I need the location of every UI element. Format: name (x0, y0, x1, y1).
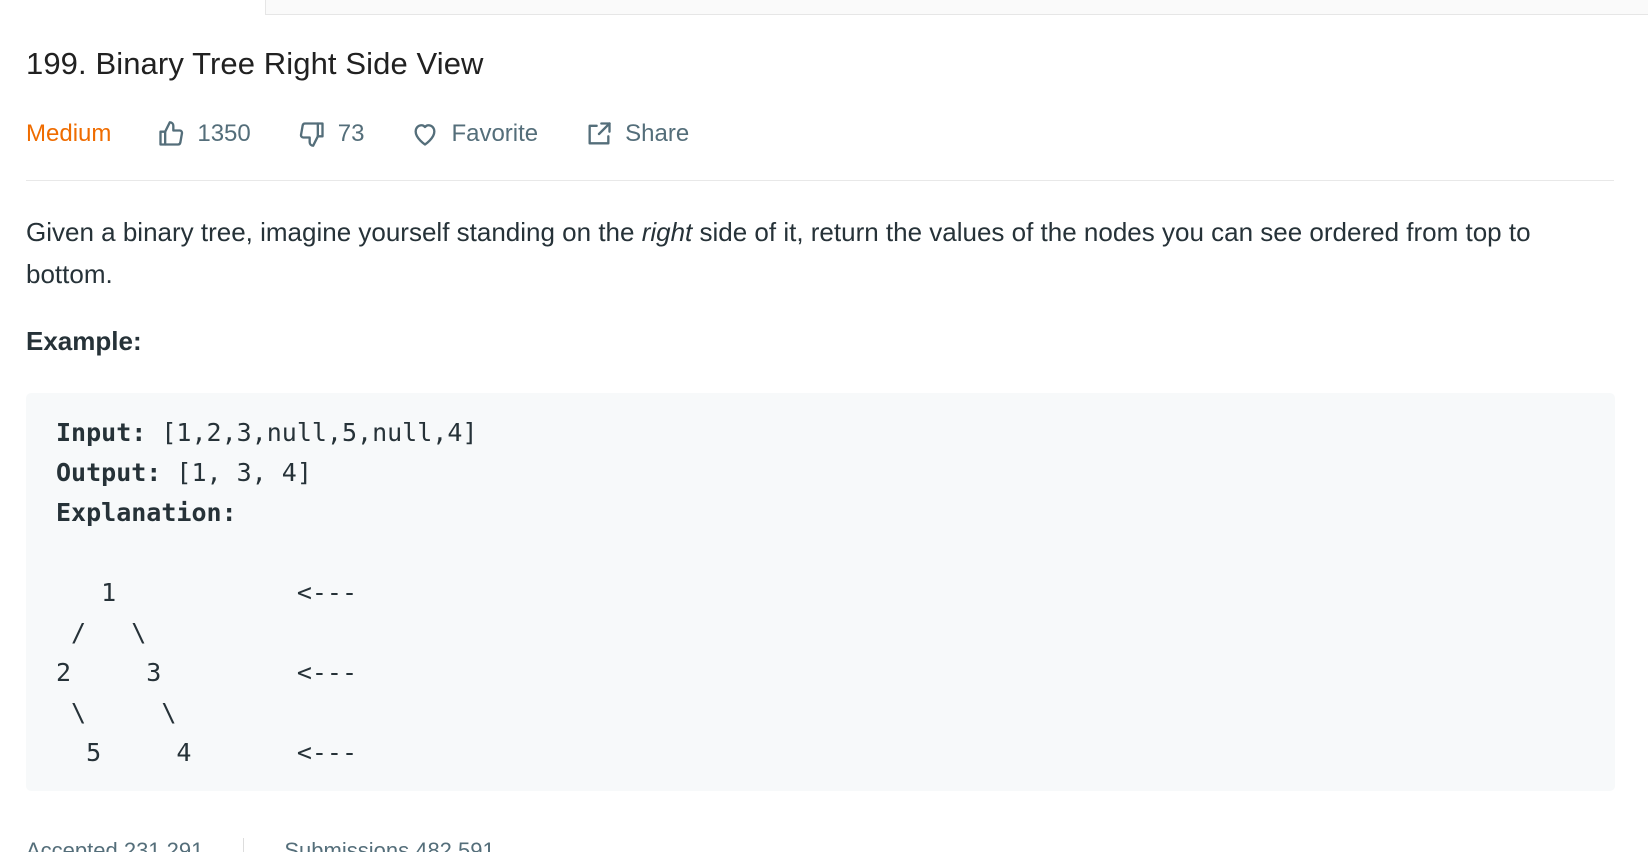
share-label: Share (625, 120, 690, 147)
dislike-count: 73 (337, 120, 365, 147)
problem-page: 199. Binary Tree Right Side View Medium … (0, 0, 1648, 852)
dislike-button[interactable]: 73 (298, 120, 365, 148)
like-count: 1350 (197, 120, 251, 147)
share-icon (588, 122, 611, 145)
difficulty-badge: Medium (26, 120, 112, 147)
submissions-count: Submissions 482,591 (284, 838, 495, 852)
stats-separator (243, 838, 245, 852)
input-label: Input: (56, 418, 147, 447)
thumbs-down-icon (299, 122, 324, 147)
favorite-label: Favorite (451, 120, 539, 147)
explanation-label: Explanation: (56, 498, 237, 527)
share-button[interactable]: Share (585, 120, 689, 148)
problem-title: 199. Binary Tree Right Side View (26, 46, 484, 81)
top-tab-strip (265, 0, 1648, 15)
example-heading: Example: (26, 326, 142, 356)
description-emphasis: right (641, 217, 693, 247)
problem-description: Given a binary tree, imagine yourself st… (26, 211, 1616, 295)
tree-diagram-ascii: 1 <--- / \ 2 3 <--- \ \ 5 4 <--- (56, 578, 358, 767)
like-button[interactable]: 1350 (157, 120, 251, 148)
favorite-button[interactable]: Favorite (411, 120, 538, 148)
example-code-block: Input: [1,2,3,null,5,null,4] Output: [1, … (26, 393, 1615, 791)
submission-stats: Accepted 231,291 Submissions 482,591 (26, 838, 535, 852)
example-input-line: Input: [1,2,3,null,5,null,4] (56, 413, 1585, 453)
example-output-line: Output: [1, 3, 4] (56, 453, 1585, 493)
accepted-count: Accepted 231,291 (26, 838, 204, 852)
example-explanation-line: Explanation: (56, 493, 1585, 533)
header-divider (26, 180, 1614, 181)
description-text-1: Given a binary tree, imagine yourself st… (26, 217, 642, 247)
output-label: Output: (56, 458, 162, 487)
input-value: [1,2,3,null,5,null,4] (146, 418, 478, 447)
output-value: [1, 3, 4] (161, 458, 312, 487)
problem-meta-row: Medium 1350 73 Favorite Share (26, 112, 736, 156)
thumbs-up-icon (159, 121, 184, 146)
heart-icon (414, 124, 436, 146)
